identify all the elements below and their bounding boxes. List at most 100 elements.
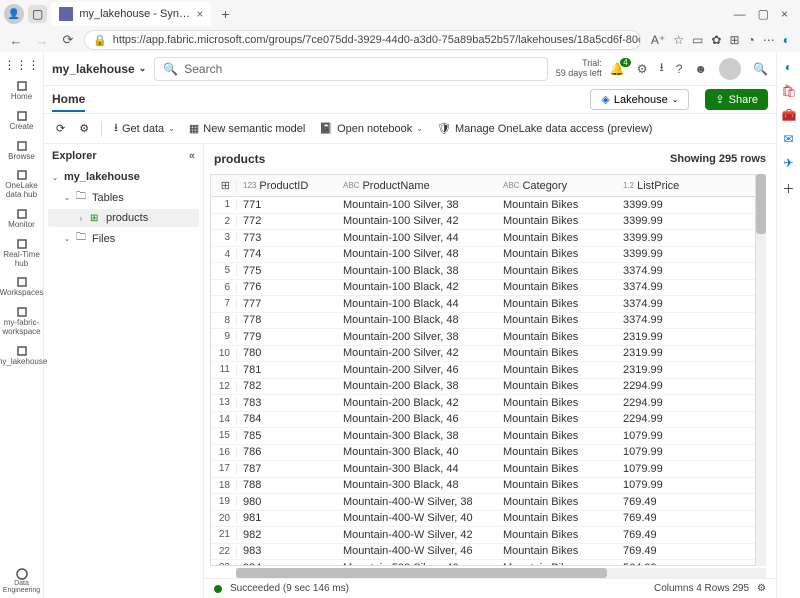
new-semantic-model-button[interactable]: ▦ New semantic model <box>185 120 310 137</box>
tree-tables-folder[interactable]: ⌄ 🗀 Tables <box>48 186 199 209</box>
column-header[interactable]: ABCCategory <box>497 180 617 192</box>
rail-item-label: OneLake data hub <box>2 182 42 200</box>
minimize-icon[interactable]: — <box>734 7 746 21</box>
status-settings-icon[interactable]: ⚙ <box>757 583 766 594</box>
tab-overview-icon[interactable]: ▢ <box>28 5 47 23</box>
cell-productname: Mountain-100 Black, 48 <box>337 314 497 326</box>
table-row[interactable]: 6776Mountain-100 Black, 42Mountain Bikes… <box>211 280 755 297</box>
vertical-scrollbar[interactable] <box>756 174 766 566</box>
back-button[interactable]: ← <box>6 33 26 48</box>
table-row[interactable]: 14784Mountain-200 Black, 46Mountain Bike… <box>211 412 755 429</box>
column-header[interactable]: ABCProductName <box>337 180 497 192</box>
share-button[interactable]: ⇪ Share <box>705 89 768 110</box>
tree-files-folder[interactable]: ⌄ 🗀 Files <box>48 227 199 250</box>
table-row[interactable]: 2772Mountain-100 Silver, 42Mountain Bike… <box>211 214 755 231</box>
cell-listprice: 3374.99 <box>617 281 707 293</box>
more-icon[interactable]: ⋯ <box>763 33 775 47</box>
extensions-icon[interactable]: ⊞ <box>729 33 739 47</box>
read-aloud-icon[interactable]: A⁺ <box>651 33 665 47</box>
row-index: 21 <box>211 529 237 540</box>
collapse-explorer-icon[interactable]: « <box>189 150 195 162</box>
rail-item-fabric[interactable]: my-fabric-workspace <box>2 302 42 341</box>
open-notebook-button[interactable]: 📓 Open notebook ⌄ <box>315 120 427 137</box>
horizontal-scrollbar[interactable] <box>236 568 766 578</box>
nav-hamburger-icon[interactable]: ⋮⋮⋮ <box>4 56 40 74</box>
manage-onelake-button[interactable]: 🛡 Manage OneLake data access (preview) <box>433 120 656 137</box>
lakehouse-mode-button[interactable]: ◈ Lakehouse ⌄ <box>590 89 689 110</box>
table-row[interactable]: 3773Mountain-100 Silver, 44Mountain Bike… <box>211 230 755 247</box>
table-row[interactable]: 11781Mountain-200 Silver, 46Mountain Bik… <box>211 362 755 379</box>
browser-tab[interactable]: my_lakehouse - Synapse Data En × <box>51 2 211 26</box>
settings-button[interactable]: ⚙ <box>75 120 93 137</box>
close-icon[interactable]: × <box>781 7 788 21</box>
scroll-thumb[interactable] <box>756 174 766 234</box>
url-input[interactable]: 🔒 https://app.fabric.microsoft.com/group… <box>84 30 641 50</box>
edge-shopping-icon[interactable]: 🛍 <box>782 84 796 98</box>
data-grid[interactable]: ⊞ 123ProductID ABCProductName ABCCategor… <box>210 174 756 566</box>
get-data-button[interactable]: ⭳ Get data ⌄ <box>110 117 179 140</box>
search-input[interactable]: 🔍 Search <box>154 57 548 81</box>
settings-icon[interactable]: ⚙ <box>637 62 648 76</box>
table-row[interactable]: 8778Mountain-100 Black, 48Mountain Bikes… <box>211 313 755 330</box>
edge-add-icon[interactable]: ＋ <box>782 180 796 194</box>
profile-avatar-icon[interactable]: 👤 <box>4 4 24 24</box>
persona-switcher[interactable]: Data Engineering <box>2 564 42 598</box>
rail-item-lakehouse[interactable]: my_lakehouse <box>2 341 42 371</box>
feedback-icon[interactable]: ☻ <box>694 62 707 76</box>
rail-item-workspaces[interactable]: Workspaces <box>2 272 42 302</box>
table-row[interactable]: 19980Mountain-400-W Silver, 38Mountain B… <box>211 494 755 511</box>
forward-button[interactable]: → <box>32 33 52 48</box>
cell-productid: 980 <box>237 496 337 508</box>
rail-item-monitor[interactable]: Monitor <box>2 204 42 234</box>
table-row[interactable]: 7777Mountain-100 Black, 44Mountain Bikes… <box>211 296 755 313</box>
column-header[interactable]: 123ProductID <box>237 180 337 192</box>
table-row[interactable]: 20981Mountain-400-W Silver, 40Mountain B… <box>211 511 755 528</box>
table-row[interactable]: 1771Mountain-100 Silver, 38Mountain Bike… <box>211 197 755 214</box>
rail-item-create[interactable]: Create <box>2 106 42 136</box>
table-row[interactable]: 23984Mountain-500 Silver, 40Mountain Bik… <box>211 560 755 566</box>
table-row[interactable]: 18788Mountain-300 Black, 48Mountain Bike… <box>211 478 755 495</box>
download-icon[interactable]: ⭳ <box>660 58 664 79</box>
table-row[interactable]: 4774Mountain-100 Silver, 48Mountain Bike… <box>211 247 755 264</box>
browser-profile-icon[interactable]: ◔ <box>748 33 755 47</box>
tree-root[interactable]: ⌄ my_lakehouse <box>48 168 199 186</box>
rail-item-onelake[interactable]: OneLake data hub <box>2 165 42 204</box>
table-row[interactable]: 15785Mountain-300 Black, 38Mountain Bike… <box>211 428 755 445</box>
collections-icon[interactable]: ▭ <box>692 33 703 47</box>
table-row[interactable]: 10780Mountain-200 Silver, 42Mountain Bik… <box>211 346 755 363</box>
favorites-bar-icon[interactable]: ✿ <box>711 33 721 47</box>
help-icon[interactable]: ? <box>676 62 683 76</box>
table-row[interactable]: 13783Mountain-200 Black, 42Mountain Bike… <box>211 395 755 412</box>
rail-item-home[interactable]: Home <box>2 76 42 106</box>
table-row[interactable]: 21982Mountain-400-W Silver, 42Mountain B… <box>211 527 755 544</box>
favorite-icon[interactable]: ☆ <box>673 33 684 47</box>
edge-outlook-icon[interactable]: ✉ <box>782 132 796 146</box>
rail-item-realtime[interactable]: Real-Time hub <box>2 234 42 273</box>
maximize-icon[interactable]: ▢ <box>758 7 769 21</box>
rail-item-browse[interactable]: Browse <box>2 136 42 166</box>
search-small-icon[interactable]: 🔍 <box>753 62 768 76</box>
tree-table-products[interactable]: › ⊞ products <box>48 209 199 227</box>
table-row[interactable]: 16786Mountain-300 Black, 40Mountain Bike… <box>211 445 755 462</box>
notifications-button[interactable]: 🔔4 <box>610 62 625 76</box>
cell-productid: 773 <box>237 232 337 244</box>
scroll-thumb[interactable] <box>236 568 607 578</box>
lakehouse-name-dropdown[interactable]: my_lakehouse ⌄ <box>52 62 146 76</box>
table-row[interactable]: 12782Mountain-200 Black, 38Mountain Bike… <box>211 379 755 396</box>
new-tab-button[interactable]: + <box>215 6 235 22</box>
table-row[interactable]: 9779Mountain-200 Silver, 38Mountain Bike… <box>211 329 755 346</box>
column-header[interactable]: 1.2ListPrice <box>617 180 707 192</box>
refresh-button[interactable]: ⟳ <box>52 120 69 137</box>
table-row[interactable]: 5775Mountain-100 Black, 38Mountain Bikes… <box>211 263 755 280</box>
refresh-button[interactable]: ⟳ <box>58 32 78 48</box>
copilot-icon[interactable]: ◐ <box>783 33 790 47</box>
tab-close-icon[interactable]: × <box>196 7 203 21</box>
tab-home[interactable]: Home <box>52 88 85 112</box>
edge-phone-icon[interactable]: ✈ <box>782 156 796 170</box>
row-index: 13 <box>211 397 237 408</box>
edge-chat-icon[interactable]: ◐ <box>782 60 796 74</box>
user-avatar[interactable] <box>719 58 741 80</box>
table-row[interactable]: 22983Mountain-400-W Silver, 46Mountain B… <box>211 544 755 561</box>
edge-tools-icon[interactable]: 🧰 <box>782 108 796 122</box>
table-row[interactable]: 17787Mountain-300 Black, 44Mountain Bike… <box>211 461 755 478</box>
